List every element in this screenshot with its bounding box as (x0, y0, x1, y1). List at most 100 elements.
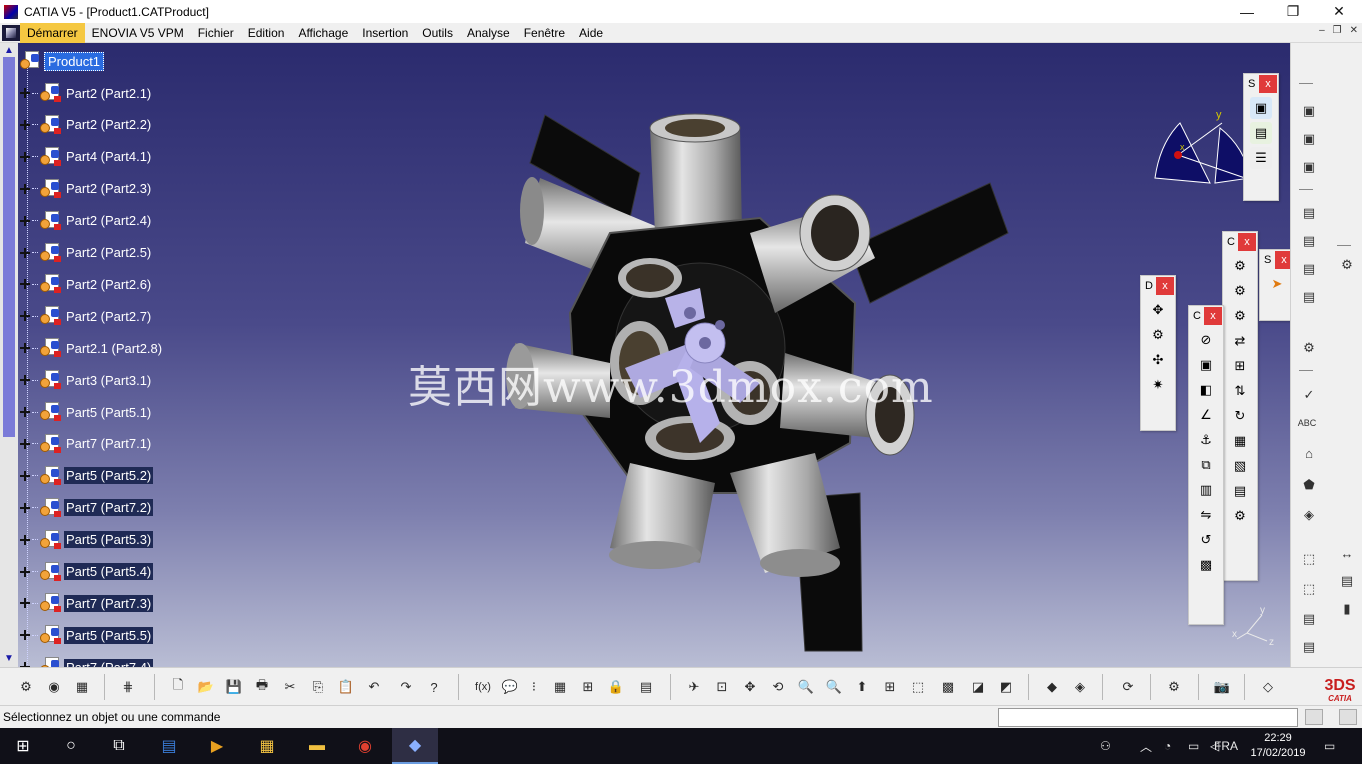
media-player-icon[interactable]: ▶ (194, 728, 240, 764)
knowledge-icon[interactable]: 💬 (500, 677, 520, 697)
tree-node[interactable]: Part2 (Part2.4) (20, 210, 153, 231)
tree-node-label[interactable]: Part2 (Part2.3) (64, 180, 153, 197)
inertia-icon[interactable]: ▮ (1337, 599, 1357, 619)
tree-root[interactable]: Product1 (20, 51, 105, 71)
replace-icon[interactable]: ⇄ (1229, 330, 1251, 352)
new-product-icon[interactable]: ▣ (1299, 129, 1319, 149)
scroll-up-arrow-icon[interactable]: ▲ (0, 43, 18, 57)
shading-icon[interactable]: ▩ (938, 677, 958, 697)
expand-plus-icon[interactable] (20, 502, 30, 513)
show-hidden-icons-icon[interactable]: ︿ (1140, 728, 1152, 764)
menu-enovia[interactable]: ENOVIA V5 VPM (85, 23, 191, 43)
measure-item-icon[interactable]: ▤ (1337, 571, 1357, 591)
rule-icon[interactable]: ⁝ (524, 677, 544, 697)
multi-instance-icon[interactable]: ▦ (1229, 430, 1251, 452)
catia-taskbar-icon[interactable]: ◆ (392, 728, 438, 764)
tree-node[interactable]: Part3 (Part3.1) (20, 370, 153, 390)
menu-edition[interactable]: Edition (241, 23, 292, 43)
bom-list-icon[interactable]: ▤ (1299, 637, 1319, 657)
tree-node-label[interactable]: Part2 (Part2.1) (64, 85, 153, 102)
materials-icon[interactable]: ▦ (72, 677, 92, 697)
tree-node-label[interactable]: Part5 (Part5.2) (64, 467, 154, 485)
chrome-icon[interactable]: ◉ (342, 728, 388, 764)
tree-node[interactable]: Part2 (Part2.7) (20, 306, 153, 326)
paste-icon[interactable]: 📋 (336, 677, 356, 697)
tree-node-label[interactable]: Part2 (Part2.4) (64, 212, 153, 229)
system-clock[interactable]: 22:29 17/02/2019 (1242, 731, 1314, 761)
expand-plus-icon[interactable] (20, 311, 30, 322)
fly-mode-icon[interactable]: ✈ (684, 677, 704, 697)
tree-node-label[interactable]: Part7 (Part7.3) (64, 594, 154, 612)
coincidence-icon[interactable]: ⊘ (1195, 329, 1217, 351)
open-folder-icon[interactable]: 📂 (196, 677, 216, 697)
rotate-icon[interactable]: ⟲ (768, 677, 788, 697)
graph-icon[interactable]: ⊞ (1229, 355, 1251, 377)
tree-node[interactable]: Part2.1 (Part2.8) (20, 338, 164, 358)
scene-icon[interactable]: ⬚ (1299, 549, 1319, 569)
snap-icon[interactable]: ✣ (1147, 349, 1169, 371)
flag-note-icon[interactable]: ⌂ (1299, 443, 1319, 463)
tree-node[interactable]: Part5 (Part5.2) (20, 465, 154, 486)
reorder-icon[interactable]: ⇅ (1229, 380, 1251, 402)
assembly-design-icon[interactable]: ◉ (44, 677, 64, 697)
tree-node-label[interactable]: Part2 (Part2.2) (64, 116, 153, 133)
tree-node-label[interactable]: Part5 (Part5.3) (64, 531, 154, 549)
tree-node-label[interactable]: Part5 (Part5.5) (64, 626, 154, 644)
print-icon[interactable]: 🖶 (252, 677, 272, 697)
expand-plus-icon[interactable] (20, 279, 30, 290)
language-indicator[interactable]: FRA (1214, 728, 1238, 764)
contact-icon[interactable]: ▣ (1195, 354, 1217, 376)
component-icon[interactable]: ⚙ (1229, 305, 1251, 327)
save-icon[interactable]: 💾 (224, 677, 244, 697)
gear-part-icon[interactable]: ⚙ (1229, 280, 1251, 302)
refresh-icon[interactable]: ⟳ (1118, 677, 1138, 697)
toolbar-close-button[interactable]: x (1259, 75, 1277, 93)
scene-icon[interactable]: ⚙ (1229, 505, 1251, 527)
doc-restore-button[interactable]: ❐ (1333, 25, 1342, 36)
doc-minimize-button[interactable]: – (1319, 25, 1325, 36)
hide-show-icon[interactable]: ◪ (968, 677, 988, 697)
explode-icon[interactable]: ✷ (1147, 374, 1169, 396)
maximize-button[interactable]: ❐ (1270, 0, 1316, 23)
zoom-out-icon[interactable]: 🔍 (824, 677, 844, 697)
swap-space-icon[interactable]: ◩ (996, 677, 1016, 697)
command-option-button[interactable] (1305, 709, 1323, 725)
annotation-view-icon[interactable]: ⬟ (1299, 475, 1319, 495)
expand-plus-icon[interactable] (20, 598, 30, 609)
capture-icon[interactable]: ◈ (1299, 505, 1319, 525)
expand-plus-icon[interactable] (20, 343, 30, 354)
reference-icon[interactable]: ▤ (636, 677, 656, 697)
tree-node-label[interactable]: Part4 (Part4.1) (64, 148, 153, 165)
select-icon[interactable]: ▣ (1250, 97, 1272, 119)
expand-plus-icon[interactable] (20, 119, 30, 130)
expand-plus-icon[interactable] (20, 630, 30, 641)
tree-node[interactable]: Part2 (Part2.5) (20, 242, 153, 263)
tree-node-label[interactable]: Part7 (Part7.4) (64, 658, 154, 667)
expand-plus-icon[interactable] (20, 247, 30, 258)
reuse-pattern-icon[interactable]: ▩ (1195, 554, 1217, 576)
render-style-icon[interactable]: ◈ (1070, 677, 1090, 697)
command-input[interactable] (998, 708, 1298, 727)
tree-node[interactable]: Part7 (Part7.1) (20, 433, 153, 454)
expand-plus-icon[interactable] (20, 183, 30, 194)
existing-positioning-icon[interactable]: ▤ (1299, 231, 1319, 251)
toolbar-close-button[interactable]: x (1238, 233, 1256, 251)
list-icon[interactable]: ☰ (1250, 147, 1272, 169)
render-icon[interactable]: ◆ (1042, 677, 1062, 697)
command-stop-button[interactable] (1339, 709, 1357, 725)
tree-node-label[interactable]: Part5 (Part5.4) (64, 563, 154, 580)
toolbar-close-button[interactable]: x (1156, 277, 1174, 295)
angle-icon[interactable]: ∠ (1195, 404, 1217, 426)
pan-icon[interactable]: ✥ (740, 677, 760, 697)
tree-node[interactable]: Part5 (Part5.5) (20, 625, 154, 645)
analysis-icon[interactable]: ⊞ (578, 677, 598, 697)
tree-node[interactable]: Part7 (Part7.4) (20, 657, 154, 667)
redo-icon[interactable]: ↷ (396, 677, 416, 697)
tree-node[interactable]: Part5 (Part5.1) (20, 402, 153, 422)
fast-instance-icon[interactable]: ▧ (1229, 455, 1251, 477)
tree-node-label[interactable]: Part5 (Part5.1) (64, 404, 153, 421)
toolbar-close-button[interactable]: x (1204, 307, 1222, 325)
existing-component-icon[interactable]: ▤ (1299, 203, 1319, 223)
tree-root-label[interactable]: Product1 (44, 51, 105, 71)
file-explorer-icon[interactable]: ▦ (244, 728, 290, 764)
